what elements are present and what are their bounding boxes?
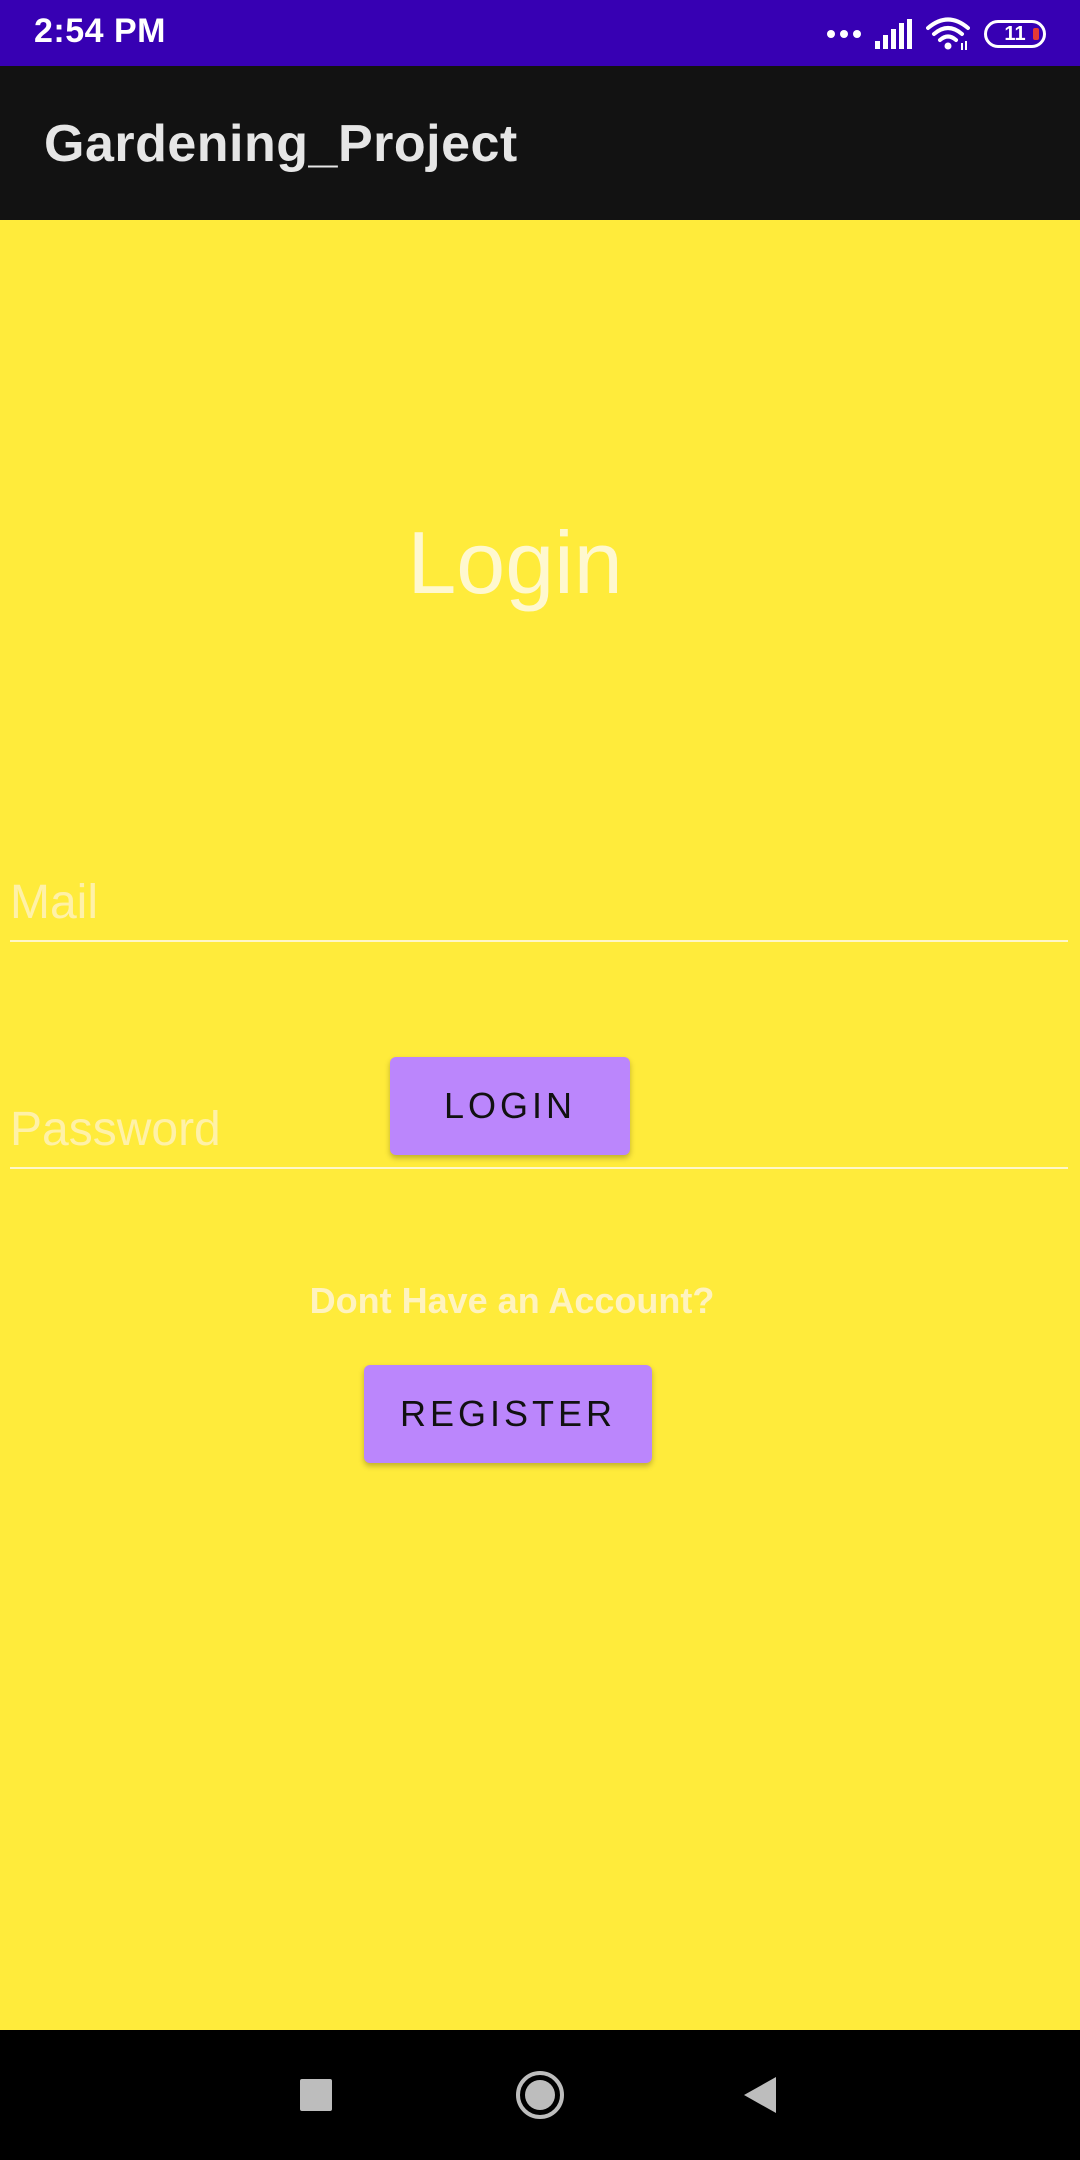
home-icon [516, 2071, 564, 2119]
login-button[interactable]: LOGIN [390, 1057, 630, 1155]
signal-icon [875, 19, 912, 49]
battery-level: 11 [1004, 22, 1026, 45]
recents-icon [300, 2079, 332, 2111]
battery-icon: 11 [984, 20, 1046, 48]
status-icons: 11 [827, 14, 1046, 54]
app-bar: Gardening_Project [0, 66, 1080, 220]
mail-field[interactable] [10, 870, 1068, 942]
navigation-bar [0, 2030, 1080, 2160]
app-title: Gardening_Project [44, 115, 518, 173]
recents-button[interactable] [246, 2030, 386, 2160]
no-account-text: Dont Have an Account? [309, 1280, 715, 1321]
home-button[interactable] [470, 2030, 610, 2160]
status-time: 2:54 PM [34, 12, 166, 50]
login-title: Login [407, 513, 623, 612]
back-button[interactable] [690, 2030, 830, 2160]
register-button[interactable]: REGISTER [364, 1365, 652, 1463]
wifi-icon [926, 17, 970, 50]
more-dots-icon [827, 30, 861, 38]
back-icon [744, 2077, 776, 2113]
mail-input[interactable] [10, 874, 1068, 930]
status-bar: 2:54 PM 11 [0, 0, 1080, 66]
